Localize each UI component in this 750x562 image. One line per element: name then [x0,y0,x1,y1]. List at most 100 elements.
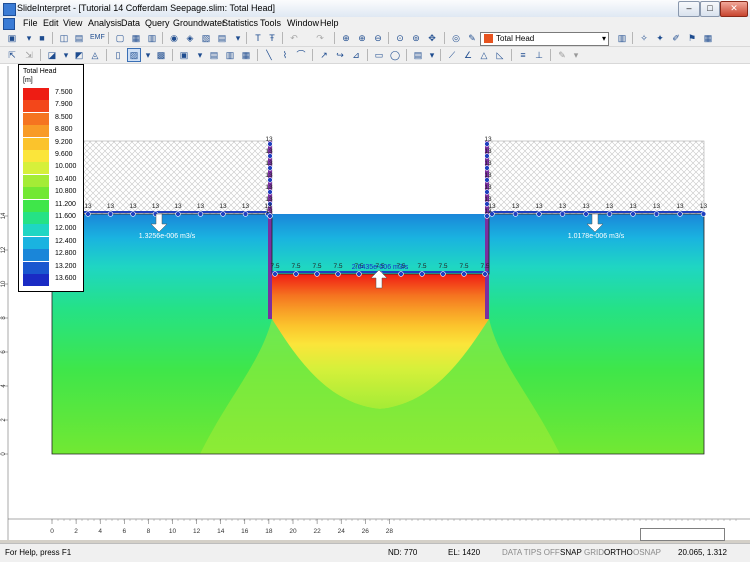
arrow-tool-icon[interactable]: ↗ [318,49,330,61]
calculator-icon[interactable]: ▦ [240,49,252,61]
print-preview-icon[interactable]: ◫ [58,32,70,44]
dimension-icon[interactable]: ⟋ [446,49,458,61]
zoom-all-icon[interactable]: ⊕ [340,32,352,44]
redo-icon[interactable]: ↷ [314,32,326,44]
menu-help[interactable]: Help [320,18,339,28]
model-view[interactable]: 13 13 13 13 13 13 13 13 13 13 13 13 13 13 13 13 13 13 13 13… [0,64,750,540]
align-icon[interactable]: ≡ [517,49,529,61]
menu-query[interactable]: Query [145,18,170,28]
chevron-down-icon[interactable]: ▾ [232,32,244,44]
print-icon[interactable]: ▤ [73,32,85,44]
status-osnap[interactable]: OSNAP [633,548,661,557]
chevron-down-icon[interactable]: ▾ [60,49,72,61]
pin-icon[interactable]: ✦ [654,32,666,44]
image-icon[interactable]: ▣ [178,49,190,61]
ellipse-icon[interactable]: ◯ [389,49,401,61]
zoom-extents-icon[interactable]: ⊚ [410,32,422,44]
boundary-icon[interactable]: ◪ [46,49,58,61]
status-data-tips[interactable]: DATA TIPS OFF [502,548,560,557]
menu-groundwater[interactable]: Groundwater [173,18,225,28]
boundary-node [85,211,91,217]
measure-icon[interactable]: ⊿ [350,49,362,61]
statistics-icon[interactable]: ▥ [616,32,628,44]
contour-icon[interactable]: ◎ [450,32,462,44]
copy-icon[interactable]: ▢ [114,32,126,44]
legend-panel[interactable]: Total Head [m] 7.500 7.900 8.500 8.800 9.200… [18,64,84,292]
menu-view[interactable]: View [63,18,82,28]
head-label: 13 [265,196,273,203]
app-icon [3,3,16,16]
maximize-button[interactable]: □ [700,1,720,17]
slope-icon[interactable]: ◺ [494,49,506,61]
document-icon[interactable] [3,18,15,30]
arrow-icon[interactable]: ⇱ [6,49,18,61]
export-image-icon[interactable]: EMF [90,32,105,44]
chevron-down-icon[interactable]: ▾ [194,49,206,61]
zoom-in-icon[interactable]: ⊕ [356,32,368,44]
zoom-out-icon[interactable]: ⊖ [372,32,384,44]
pan-icon[interactable]: ✥ [426,32,438,44]
eraser-icon[interactable]: ✎ [556,49,568,61]
page-icon[interactable]: ▯ [112,49,124,61]
format-icon[interactable]: Ŧ [266,32,278,44]
material-icon[interactable]: ◩ [73,49,85,61]
line-icon[interactable]: ╲ [263,49,275,61]
chevron-down-icon[interactable]: ▾ [23,32,35,44]
chevron-down-icon[interactable]: ▾ [570,49,582,61]
layers-icon[interactable]: ▩ [155,49,167,61]
rectangle-icon[interactable]: ▭ [373,49,385,61]
legend-value: 7.900 [55,101,73,109]
zoom-window-icon[interactable]: ⊙ [394,32,406,44]
close-button[interactable]: ✕ [720,1,748,17]
info-viewer-icon[interactable]: ▥ [224,49,236,61]
status-ortho[interactable]: ORTHO [604,548,633,557]
legend-value: 10.000 [55,163,77,171]
menu-file[interactable]: File [23,18,38,28]
distribute-icon[interactable]: ⊥ [533,49,545,61]
model-drawing[interactable]: 13 13 13 13 13 13 13 13 13 13 13 13 13 13 13 13 13 13 13 13… [0,64,750,540]
query-icon[interactable]: ✐ [670,32,682,44]
menu-analysis[interactable]: Analysis [88,18,122,28]
curve-icon[interactable]: ↪ [334,49,346,61]
menu-tools[interactable]: Tools [260,18,281,28]
chart-icon[interactable]: ▥ [146,32,158,44]
text-icon[interactable]: T [252,32,264,44]
highlight-icon[interactable]: ▤ [412,49,424,61]
minimize-button[interactable]: ‒ [678,1,700,17]
display-options-icon[interactable]: ▤ [216,32,228,44]
flag-icon[interactable]: ⚑ [686,32,698,44]
dim-icon[interactable]: ⇲ [23,49,35,61]
triangle-icon[interactable]: △ [478,49,490,61]
polyline-icon[interactable]: ⌇ [279,49,291,61]
head-label: 7.5 [438,263,447,270]
status-grid[interactable]: GRID [584,548,604,557]
view-mode-icon[interactable]: ▨ [127,48,141,62]
x-tick-label: 24 [338,528,346,535]
coordinate-input[interactable] [640,528,725,541]
grid-icon[interactable]: ▦ [130,32,142,44]
flow-line-icon[interactable]: ⌒ [295,49,307,61]
select-icon[interactable]: ✧ [638,32,650,44]
menu-edit[interactable]: Edit [43,18,59,28]
head-label: 13 [484,184,492,191]
open-folder-icon[interactable]: ▣ [6,32,18,44]
boundary-node [482,271,488,277]
undo-icon[interactable]: ↶ [288,32,300,44]
status-snap[interactable]: SNAP [560,548,582,557]
pencil-icon[interactable]: ✎ [466,32,478,44]
chevron-down-icon[interactable]: ▾ [142,49,154,61]
data-type-select[interactable]: Total Head ▾ [480,32,609,46]
settings-icon[interactable]: ◉ [168,32,180,44]
menu-window[interactable]: Window [287,18,319,28]
info-icon[interactable]: ◈ [184,32,196,44]
model-icon[interactable]: ▧ [200,32,212,44]
chevron-down-icon[interactable]: ▾ [426,49,438,61]
save-icon[interactable]: ■ [36,32,48,44]
head-label: 13 [152,203,160,210]
table-icon[interactable]: ▦ [702,32,714,44]
menu-data[interactable]: Data [121,18,140,28]
table-view-icon[interactable]: ▤ [208,49,220,61]
menu-statistics[interactable]: Statistics [222,18,258,28]
angle-icon[interactable]: ∠ [462,49,474,61]
mesh-icon[interactable]: ◬ [89,49,101,61]
